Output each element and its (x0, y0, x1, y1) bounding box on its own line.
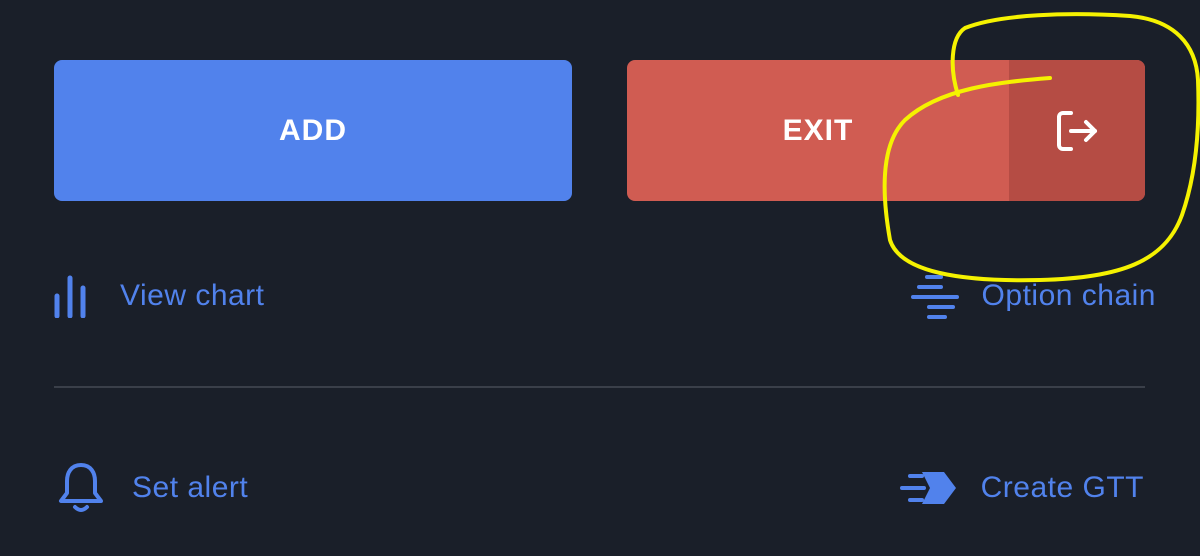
add-button-label: ADD (279, 113, 347, 147)
order-actions-panel: ADD EXIT View chart Option chain Set ale… (0, 0, 1200, 556)
bar-chart-icon (50, 274, 90, 318)
exit-button-label: EXIT (782, 113, 854, 147)
set-alert-label: Set alert (132, 471, 249, 504)
option-chain-icon (910, 273, 960, 319)
view-chart-link[interactable]: View chart (50, 270, 265, 322)
gtt-arrow-icon (899, 470, 959, 506)
divider (54, 386, 1145, 388)
option-chain-label: Option chain (981, 279, 1156, 312)
exit-button[interactable]: EXIT (627, 60, 1145, 201)
create-gtt-link[interactable]: Create GTT (899, 460, 1144, 516)
exit-arrow-icon (1057, 110, 1097, 151)
exit-icon-area[interactable] (1009, 60, 1145, 201)
option-chain-link[interactable]: Option chain (910, 270, 1156, 322)
view-chart-label: View chart (120, 279, 265, 312)
create-gtt-label: Create GTT (980, 471, 1144, 504)
set-alert-link[interactable]: Set alert (56, 460, 248, 516)
add-button[interactable]: ADD (54, 60, 572, 201)
bell-icon (56, 461, 106, 515)
